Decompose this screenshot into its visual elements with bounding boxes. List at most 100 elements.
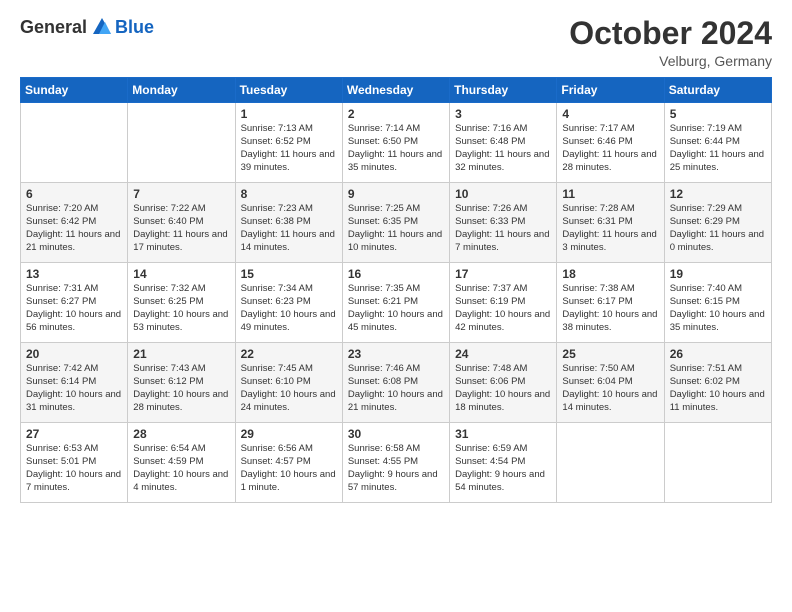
day-info: Sunrise: 7:38 AM Sunset: 6:17 PM Dayligh… (562, 283, 658, 334)
day-info: Sunrise: 7:43 AM Sunset: 6:12 PM Dayligh… (133, 363, 229, 414)
day-info: Sunrise: 7:17 AM Sunset: 6:46 PM Dayligh… (562, 123, 658, 174)
day-number: 4 (562, 107, 658, 121)
day-number: 31 (455, 427, 551, 441)
day-info: Sunrise: 7:50 AM Sunset: 6:04 PM Dayligh… (562, 363, 658, 414)
table-row: 19 Sunrise: 7:40 AM Sunset: 6:15 PM Dayli… (664, 263, 771, 343)
day-info: Sunrise: 7:37 AM Sunset: 6:19 PM Dayligh… (455, 283, 551, 334)
table-row: 12 Sunrise: 7:29 AM Sunset: 6:29 PM Dayli… (664, 183, 771, 263)
day-number: 26 (670, 347, 766, 361)
day-number: 17 (455, 267, 551, 281)
day-number: 12 (670, 187, 766, 201)
day-info: Sunrise: 7:29 AM Sunset: 6:29 PM Dayligh… (670, 203, 766, 254)
day-number: 6 (26, 187, 122, 201)
table-row: 28 Sunrise: 6:54 AM Sunset: 4:59 PM Dayli… (128, 423, 235, 503)
table-row: 15 Sunrise: 7:34 AM Sunset: 6:23 PM Dayli… (235, 263, 342, 343)
day-number: 23 (348, 347, 444, 361)
table-row: 26 Sunrise: 7:51 AM Sunset: 6:02 PM Dayli… (664, 343, 771, 423)
col-saturday: Saturday (664, 78, 771, 103)
day-number: 13 (26, 267, 122, 281)
table-row: 24 Sunrise: 7:48 AM Sunset: 6:06 PM Dayli… (450, 343, 557, 423)
day-info: Sunrise: 6:56 AM Sunset: 4:57 PM Dayligh… (241, 443, 337, 494)
table-row: 8 Sunrise: 7:23 AM Sunset: 6:38 PM Daylig… (235, 183, 342, 263)
day-info: Sunrise: 7:25 AM Sunset: 6:35 PM Dayligh… (348, 203, 444, 254)
day-number: 22 (241, 347, 337, 361)
table-row: 11Sunrise: 7:28 AM Sunset: 6:31 PM Dayli… (557, 183, 664, 263)
day-number: 18 (562, 267, 658, 281)
day-number: 10 (455, 187, 551, 201)
table-row (557, 423, 664, 503)
day-info: Sunrise: 6:58 AM Sunset: 4:55 PM Dayligh… (348, 443, 444, 494)
day-number: 21 (133, 347, 229, 361)
page: General Blue October 2024 Velburg, Germa… (0, 0, 792, 612)
logo-blue: Blue (115, 17, 154, 38)
table-row: 1 Sunrise: 7:13 AM Sunset: 6:52 PM Daylig… (235, 103, 342, 183)
day-info: Sunrise: 7:32 AM Sunset: 6:25 PM Dayligh… (133, 283, 229, 334)
table-row: 18 Sunrise: 7:38 AM Sunset: 6:17 PM Dayli… (557, 263, 664, 343)
day-info: Sunrise: 7:14 AM Sunset: 6:50 PM Dayligh… (348, 123, 444, 174)
table-row: 2 Sunrise: 7:14 AM Sunset: 6:50 PM Daylig… (342, 103, 449, 183)
day-number: 24 (455, 347, 551, 361)
day-number: 11 (562, 187, 658, 201)
day-info: Sunrise: 7:22 AM Sunset: 6:40 PM Dayligh… (133, 203, 229, 254)
table-row: 14 Sunrise: 7:32 AM Sunset: 6:25 PM Dayli… (128, 263, 235, 343)
calendar: Sunday Monday Tuesday Wednesday Thursday… (20, 77, 772, 503)
day-number: 16 (348, 267, 444, 281)
header-row: Sunday Monday Tuesday Wednesday Thursday… (21, 78, 772, 103)
table-row: 31 Sunrise: 6:59 AM Sunset: 4:54 PM Dayli… (450, 423, 557, 503)
col-tuesday: Tuesday (235, 78, 342, 103)
table-row: 3Sunrise: 7:16 AM Sunset: 6:48 PM Daylig… (450, 103, 557, 183)
title-area: October 2024 Velburg, Germany (569, 16, 772, 69)
day-info: Sunrise: 7:46 AM Sunset: 6:08 PM Dayligh… (348, 363, 444, 414)
day-number: 14 (133, 267, 229, 281)
table-row: 23 Sunrise: 7:46 AM Sunset: 6:08 PM Dayli… (342, 343, 449, 423)
day-info: Sunrise: 7:19 AM Sunset: 6:44 PM Dayligh… (670, 123, 766, 174)
col-wednesday: Wednesday (342, 78, 449, 103)
table-row: 16Sunrise: 7:35 AM Sunset: 6:21 PM Dayli… (342, 263, 449, 343)
month-title: October 2024 (569, 16, 772, 51)
day-number: 9 (348, 187, 444, 201)
logo-area: General Blue (20, 16, 154, 38)
table-row: 29Sunrise: 6:56 AM Sunset: 4:57 PM Dayli… (235, 423, 342, 503)
day-info: Sunrise: 7:34 AM Sunset: 6:23 PM Dayligh… (241, 283, 337, 334)
logo-general: General (20, 17, 87, 38)
day-number: 5 (670, 107, 766, 121)
table-row: 21 Sunrise: 7:43 AM Sunset: 6:12 PM Dayli… (128, 343, 235, 423)
table-row: 4 Sunrise: 7:17 AM Sunset: 6:46 PM Daylig… (557, 103, 664, 183)
table-row: 17 Sunrise: 7:37 AM Sunset: 6:19 PM Dayli… (450, 263, 557, 343)
day-number: 1 (241, 107, 337, 121)
col-monday: Monday (128, 78, 235, 103)
header: General Blue October 2024 Velburg, Germa… (20, 16, 772, 69)
day-info: Sunrise: 7:26 AM Sunset: 6:33 PM Dayligh… (455, 203, 551, 254)
day-info: Sunrise: 7:42 AM Sunset: 6:14 PM Dayligh… (26, 363, 122, 414)
day-number: 28 (133, 427, 229, 441)
col-thursday: Thursday (450, 78, 557, 103)
day-info: Sunrise: 7:48 AM Sunset: 6:06 PM Dayligh… (455, 363, 551, 414)
day-info: Sunrise: 7:40 AM Sunset: 6:15 PM Dayligh… (670, 283, 766, 334)
table-row (21, 103, 128, 183)
day-info: Sunrise: 7:23 AM Sunset: 6:38 PM Dayligh… (241, 203, 337, 254)
day-number: 8 (241, 187, 337, 201)
table-row: 30 Sunrise: 6:58 AM Sunset: 4:55 PM Dayli… (342, 423, 449, 503)
day-info: Sunrise: 7:20 AM Sunset: 6:42 PM Dayligh… (26, 203, 122, 254)
day-info: Sunrise: 6:59 AM Sunset: 4:54 PM Dayligh… (455, 443, 551, 494)
table-row: 10 Sunrise: 7:26 AM Sunset: 6:33 PM Dayli… (450, 183, 557, 263)
day-info: Sunrise: 7:51 AM Sunset: 6:02 PM Dayligh… (670, 363, 766, 414)
day-number: 25 (562, 347, 658, 361)
day-number: 20 (26, 347, 122, 361)
logo-icon (91, 16, 113, 38)
col-friday: Friday (557, 78, 664, 103)
day-number: 15 (241, 267, 337, 281)
day-info: Sunrise: 6:54 AM Sunset: 4:59 PM Dayligh… (133, 443, 229, 494)
table-row: 7Sunrise: 7:22 AM Sunset: 6:40 PM Daylig… (128, 183, 235, 263)
day-info: Sunrise: 7:31 AM Sunset: 6:27 PM Dayligh… (26, 283, 122, 334)
day-info: Sunrise: 7:13 AM Sunset: 6:52 PM Dayligh… (241, 123, 337, 174)
day-number: 19 (670, 267, 766, 281)
day-info: Sunrise: 7:45 AM Sunset: 6:10 PM Dayligh… (241, 363, 337, 414)
day-number: 2 (348, 107, 444, 121)
day-number: 30 (348, 427, 444, 441)
table-row (664, 423, 771, 503)
table-row (128, 103, 235, 183)
logo: General Blue (20, 16, 154, 38)
day-number: 3 (455, 107, 551, 121)
table-row: 9 Sunrise: 7:25 AM Sunset: 6:35 PM Daylig… (342, 183, 449, 263)
